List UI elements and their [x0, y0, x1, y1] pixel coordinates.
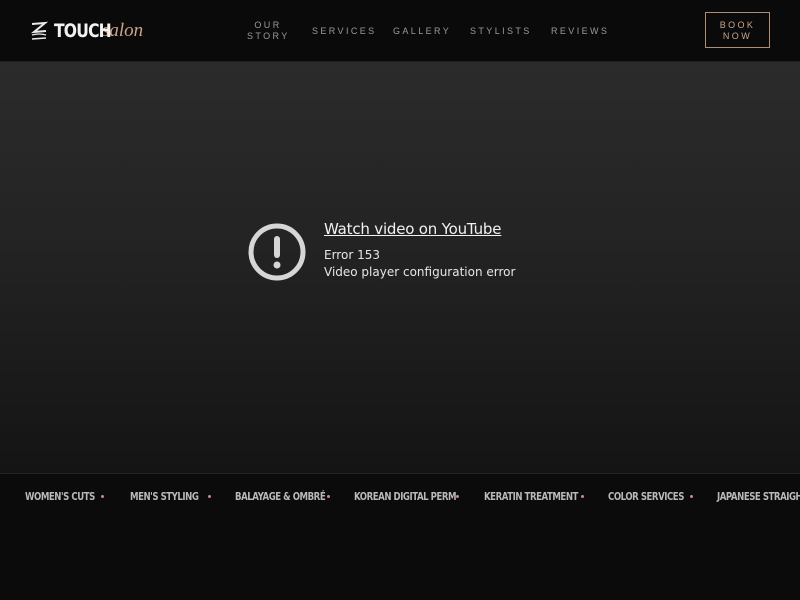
marquee-item: WOMEN'S CUTS: [25, 490, 95, 503]
nav-item-our-story[interactable]: OUR STORY: [247, 20, 289, 42]
video-player[interactable]: Watch video on YouTube Error 153 Video p…: [0, 62, 800, 473]
error-code: Error 153: [324, 248, 380, 262]
marquee-item: COLOR SERVICES: [608, 490, 684, 503]
nav-item-stylists[interactable]: STYLISTS: [470, 26, 532, 37]
error-message: Video player configuration error: [324, 265, 516, 279]
nav-item-services[interactable]: SERVICES: [312, 26, 377, 37]
book-now-label: BOOK: [719, 20, 756, 30]
marquee-separator-dot: [208, 495, 211, 498]
marquee-item: KERATIN TREATMENT: [484, 490, 578, 503]
marquee-track: WOMEN'S CUTS MEN'S STYLING BALAYAGE & OM…: [25, 490, 800, 503]
marquee-separator-dot: [456, 495, 459, 498]
marquee-item: MEN'S STYLING: [130, 490, 199, 503]
marquee-item: JAPANESE STRAIGHTENING: [717, 490, 800, 503]
book-now-button[interactable]: BOOK NOW: [705, 12, 770, 48]
site-header: TOUCH salon OUR STORY SERVICES GALLERY S…: [0, 0, 800, 62]
marquee-separator-dot: [327, 495, 330, 498]
services-marquee: WOMEN'S CUTS MEN'S STYLING BALAYAGE & OM…: [0, 473, 800, 600]
nav-item-gallery[interactable]: GALLERY: [393, 26, 451, 37]
marquee-separator-dot: [101, 495, 104, 498]
main-nav: OUR STORY SERVICES GALLERY STYLISTS REVI…: [0, 0, 800, 62]
marquee-item: BALAYAGE & OMBRÉ: [235, 490, 326, 503]
marquee-separator-dot: [690, 495, 693, 498]
nav-item-reviews[interactable]: REVIEWS: [551, 26, 609, 37]
marquee-item: KOREAN DIGITAL PERM: [354, 490, 457, 503]
alert-circle-icon: [248, 223, 306, 281]
nav-item-label: OUR: [254, 20, 282, 30]
watch-on-youtube-link[interactable]: Watch video on YouTube: [324, 220, 501, 238]
marquee-separator-dot: [581, 495, 584, 498]
book-now-label: NOW: [722, 31, 753, 41]
nav-item-label: STORY: [247, 31, 290, 41]
